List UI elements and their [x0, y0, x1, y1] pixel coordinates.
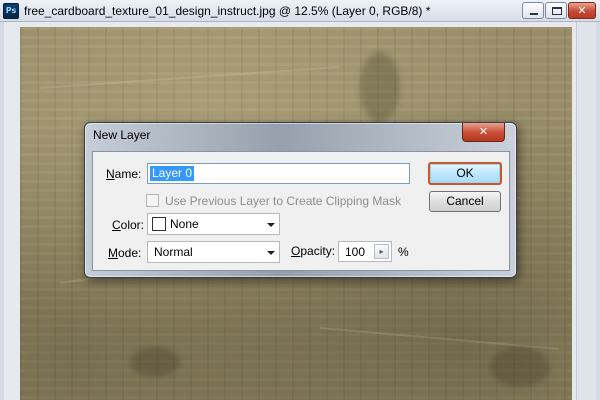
color-label: Color: — [112, 218, 145, 232]
name-label: Name: — [106, 167, 142, 181]
photoshop-icon: Ps — [3, 3, 19, 19]
opacity-unit: % — [398, 245, 409, 259]
mode-value: Normal — [154, 245, 193, 259]
clipping-mask-checkbox[interactable] — [146, 194, 159, 207]
ok-button[interactable]: OK — [428, 162, 502, 185]
dialog-close-button[interactable]: ✕ — [462, 123, 505, 142]
dialog-title: New Layer — [93, 128, 151, 142]
opacity-stepper[interactable]: ▸ — [374, 244, 389, 259]
close-icon: ✕ — [478, 125, 489, 138]
opacity-input[interactable]: 100 ▸ — [338, 241, 392, 262]
minimize-button[interactable] — [522, 2, 544, 19]
new-layer-dialog: New Layer ✕ Name: Layer 0 Use Previous L… — [84, 122, 517, 278]
mode-label: Mode: — [108, 246, 142, 260]
clipping-mask-label: Use Previous Layer to Create Clipping Ma… — [165, 194, 402, 208]
chevron-down-icon — [267, 251, 275, 255]
maximize-button[interactable] — [545, 2, 567, 19]
title-bar[interactable]: Ps free_cardboard_texture_01_design_inst… — [0, 0, 600, 22]
chevron-right-icon: ▸ — [379, 247, 384, 256]
opacity-value: 100 — [345, 245, 366, 259]
close-icon: ✕ — [577, 4, 587, 17]
color-select[interactable]: None — [147, 213, 280, 235]
color-value: None — [170, 217, 199, 231]
mode-select[interactable]: Normal — [147, 241, 280, 263]
vertical-scrollbar[interactable] — [576, 22, 596, 400]
dialog-body: Name: Layer 0 Use Previous Layer to Crea… — [92, 151, 510, 271]
cancel-button[interactable]: Cancel — [429, 191, 501, 212]
maximize-icon — [552, 7, 562, 15]
layer-name-input[interactable]: Layer 0 — [147, 163, 410, 184]
close-button[interactable]: ✕ — [568, 2, 596, 19]
chevron-down-icon — [267, 223, 275, 227]
layer-name-value: Layer 0 — [150, 166, 195, 181]
minimize-icon — [530, 13, 538, 15]
color-swatch — [152, 217, 166, 231]
opacity-label: Opacity: — [291, 244, 336, 258]
window-title: free_cardboard_texture_01_design_instruc… — [24, 4, 431, 18]
